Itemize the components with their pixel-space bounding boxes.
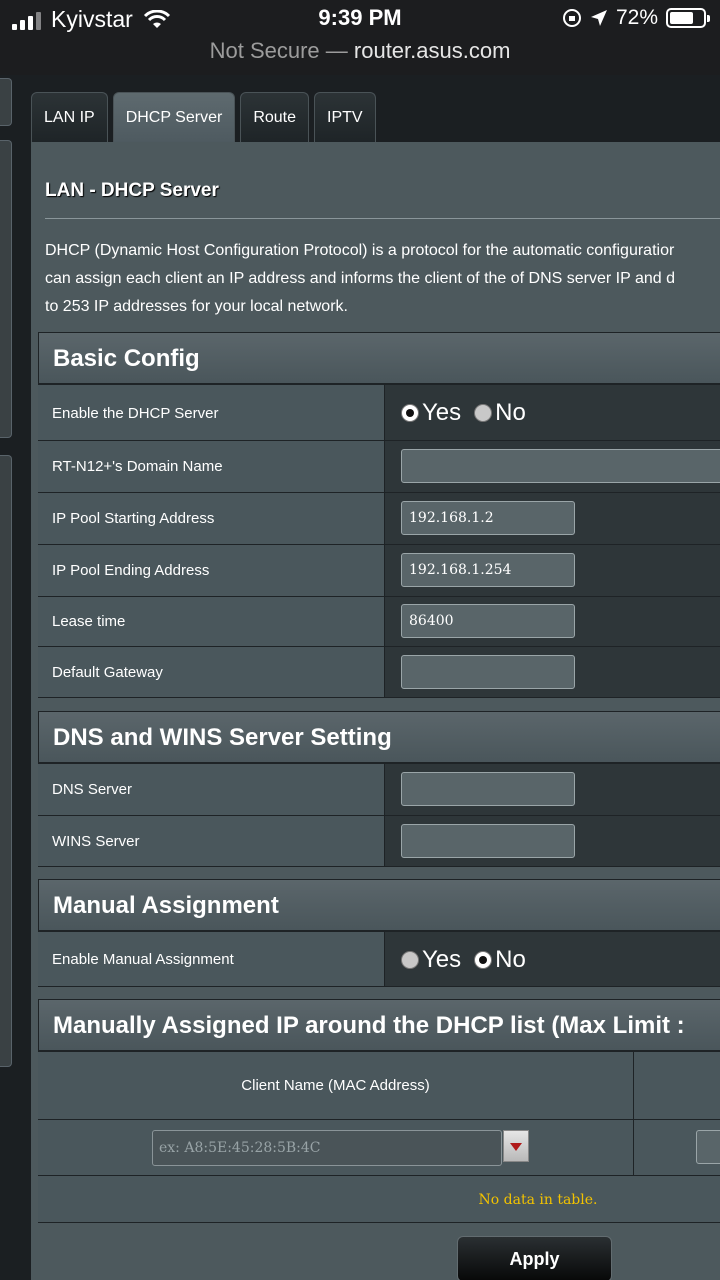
security-label: Not Secure —	[209, 38, 348, 63]
dhcp-enable-yes-radio[interactable]	[401, 404, 419, 422]
orientation-lock-icon	[562, 9, 581, 27]
section-title: Manually Assigned IP around the DHCP lis…	[53, 1012, 685, 1039]
section-title: DNS and WINS Server Setting	[53, 724, 392, 751]
manual-enable-radio-group: Yes No	[401, 946, 536, 974]
tab-bar: LAN IP DHCP Server Route IPTV	[31, 92, 376, 143]
section-dns-wins: DNS and WINS Server Setting	[38, 711, 720, 763]
section-manual-list: Manually Assigned IP around the DHCP lis…	[38, 999, 720, 1051]
row-ip-pool-start: IP Pool Starting Address 192.168.1.2	[38, 492, 720, 544]
manual-enable-no-radio[interactable]	[474, 951, 493, 969]
row-domain-name: RT-N12+'s Domain Name	[38, 440, 720, 492]
tab-lan-ip[interactable]: LAN IP	[31, 92, 108, 143]
url-bar[interactable]: Not Secure — router.asus.com	[0, 38, 720, 64]
row-lease-time: Lease time 86400	[38, 596, 720, 646]
section-title: Manual Assignment	[53, 892, 279, 919]
battery-percent: 72%	[615, 6, 658, 29]
field-label: Default Gateway	[52, 664, 163, 681]
row-ip-pool-end: IP Pool Ending Address 192.168.1.254	[38, 544, 720, 596]
side-menu-edge[interactable]	[0, 455, 12, 1067]
dhcp-enable-no-radio[interactable]	[474, 404, 493, 422]
page-description: DHCP (Dynamic Host Configuration Protoco…	[45, 237, 720, 321]
table-header-row: Client Name (MAC Address)	[38, 1051, 720, 1119]
wins-server-input[interactable]	[401, 824, 575, 858]
tab-iptv[interactable]: IPTV	[314, 92, 376, 143]
row-dns-server: DNS Server	[38, 763, 720, 815]
tab-route[interactable]: Route	[240, 92, 310, 143]
field-label: IP Pool Starting Address	[52, 510, 215, 527]
field-label: Enable Manual Assignment	[52, 951, 234, 968]
table-input-row: ex: A8:5E:45:28:5B:4C	[38, 1119, 720, 1175]
ip-pool-end-input[interactable]: 192.168.1.254	[401, 553, 575, 587]
section-title: Basic Config	[53, 345, 200, 372]
page-title: LAN - DHCP Server	[45, 180, 219, 201]
description-line: can assign each client an IP address and…	[45, 270, 675, 287]
section-basic-config: Basic Config	[38, 332, 720, 384]
status-right: 72%	[562, 6, 710, 30]
row-default-gateway: Default Gateway	[38, 646, 720, 698]
description-line: DHCP (Dynamic Host Configuration Protoco…	[45, 242, 675, 259]
manual-enable-yes-radio[interactable]	[401, 951, 419, 969]
table-empty-row: No data in table.	[38, 1175, 720, 1223]
default-gateway-input[interactable]	[401, 655, 575, 689]
radio-label: No	[495, 399, 526, 426]
side-menu-edge[interactable]	[0, 78, 12, 126]
battery-icon	[666, 8, 710, 28]
tab-dhcp-server[interactable]: DHCP Server	[112, 92, 236, 143]
client-dropdown-button[interactable]	[503, 1130, 529, 1162]
status-bar: Kyivstar 9:39 PM 72% Not Secure — router…	[0, 0, 720, 75]
dns-server-input[interactable]	[401, 772, 575, 806]
field-label: WINS Server	[52, 833, 140, 850]
url-host: router.asus.com	[353, 38, 511, 63]
radio-label: Yes	[422, 399, 462, 426]
lease-time-input[interactable]: 86400	[401, 604, 575, 638]
section-manual-assignment: Manual Assignment	[38, 879, 720, 931]
field-label: IP Pool Ending Address	[52, 562, 210, 579]
field-label: Lease time	[52, 613, 126, 630]
apply-button[interactable]: Apply	[457, 1236, 612, 1280]
column-header-next	[634, 1052, 720, 1119]
column-header-client-name: Client Name (MAC Address)	[38, 1052, 634, 1119]
ip-address-input[interactable]	[696, 1130, 720, 1164]
no-data-message: No data in table.	[478, 1192, 598, 1208]
radio-label: Yes	[422, 946, 462, 973]
row-enable-dhcp: Enable the DHCP Server Yes No	[38, 384, 720, 440]
field-label: RT-N12+'s Domain Name	[52, 458, 223, 475]
field-label: DNS Server	[52, 781, 133, 798]
mac-address-input[interactable]: ex: A8:5E:45:28:5B:4C	[152, 1130, 502, 1166]
domain-name-input[interactable]	[401, 449, 720, 483]
description-line: to 253 IP addresses for your local netwo…	[45, 298, 348, 315]
row-enable-manual: Enable Manual Assignment Yes No	[38, 931, 720, 987]
title-divider	[45, 218, 720, 219]
row-wins-server: WINS Server	[38, 815, 720, 867]
location-icon	[590, 10, 607, 26]
radio-label: No	[495, 946, 526, 973]
dhcp-enable-radio-group: Yes No	[401, 399, 536, 427]
ip-pool-start-input[interactable]: 192.168.1.2	[401, 501, 575, 535]
field-label: Enable the DHCP Server	[52, 405, 219, 422]
side-menu-edge[interactable]	[0, 140, 12, 438]
